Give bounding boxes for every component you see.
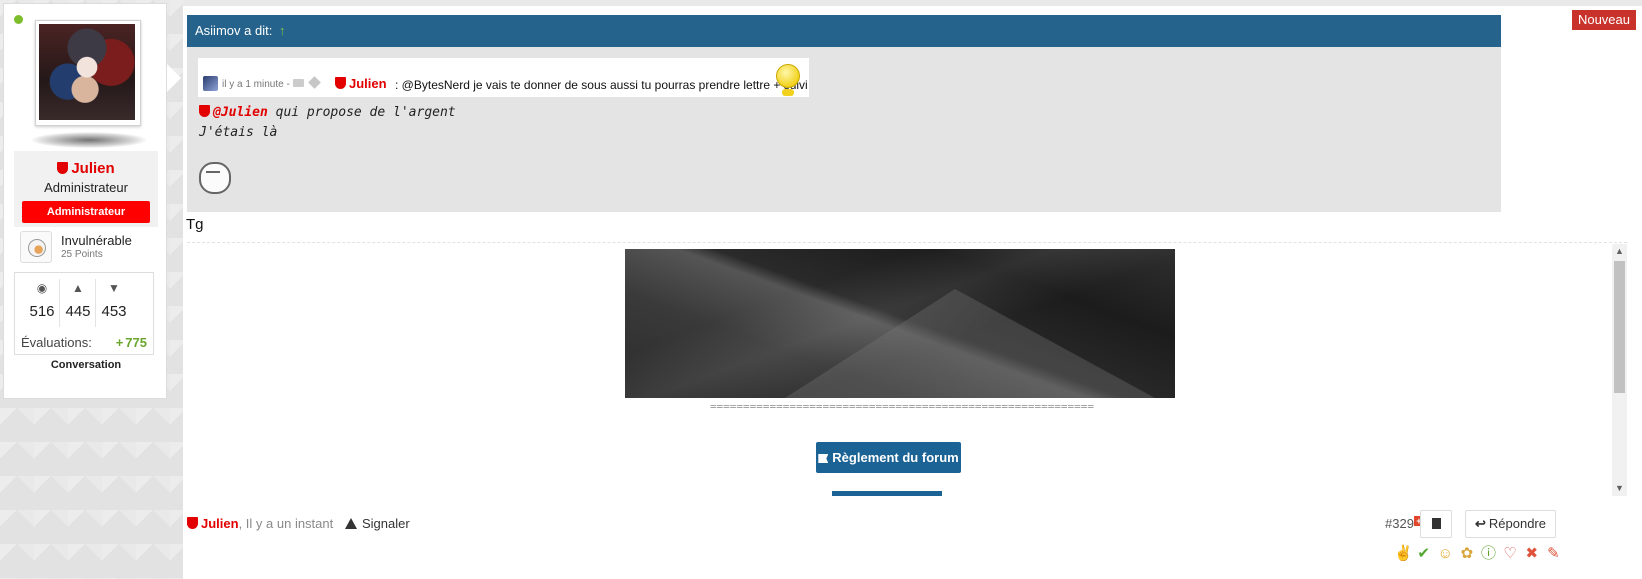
post-author-time: Julien, Il y a un instant: [187, 516, 333, 531]
stat-likes: ▲ 445: [61, 279, 96, 327]
trophy-name: Invulnérable: [61, 233, 132, 248]
shield-icon: [187, 517, 198, 529]
shield-icon: [57, 162, 69, 174]
warning-icon: [345, 518, 357, 529]
scroll-down-icon[interactable]: ▼: [1612, 481, 1627, 496]
stat-messages: ◉ 516: [25, 279, 60, 327]
quote-line-2: J'étais là: [199, 125, 278, 140]
signature-scrollbar[interactable]: ▲ ▼: [1612, 244, 1627, 496]
evaluations-value: +775: [116, 335, 147, 350]
chat-meta: il y a 1 minute -: [222, 76, 323, 90]
quote-jump-arrow-icon[interactable]: ↑: [279, 23, 286, 38]
mountain-banner-image: [625, 249, 1175, 398]
post-time: , Il y a un instant: [238, 516, 334, 531]
reply-icon: ↩: [1474, 516, 1486, 531]
post-top-separator: [183, 0, 1642, 6]
online-status-indicator: [14, 15, 23, 24]
chat-username[interactable]: Julien: [335, 76, 387, 91]
document-icon[interactable]: [1420, 510, 1452, 538]
shield-icon: [335, 77, 346, 89]
chat-avatar: [203, 76, 218, 91]
avatar-shadow: [31, 132, 147, 148]
post: Nouveau Asiimov a dit: ↑ il y a 1 minute…: [183, 0, 1642, 579]
stat-value: 516: [29, 303, 55, 320]
like-icon[interactable]: ✌: [1394, 546, 1413, 562]
forum-rules-button[interactable]: Règlement du forum: [816, 442, 961, 473]
mention-link[interactable]: @Julien: [213, 105, 268, 120]
scroll-thumb[interactable]: [1614, 261, 1625, 393]
award-icon[interactable]: ✿: [1459, 546, 1475, 562]
quote-block: Asiimov a dit: ↑ il y a 1 minute - Julie…: [187, 15, 1501, 212]
quote-line-1-text: qui propose de l'argent: [267, 105, 456, 120]
avatar-frame[interactable]: [35, 20, 141, 126]
info-icon[interactable]: ⓘ: [1481, 546, 1497, 562]
post-number-text[interactable]: #329: [1385, 516, 1414, 531]
heart-icon[interactable]: ♡: [1502, 546, 1518, 562]
signature-area: ========================================…: [187, 244, 1623, 496]
hand-emoji-icon: [199, 162, 231, 194]
pencil-icon[interactable]: ✎: [1545, 546, 1561, 562]
username-text[interactable]: Julien: [71, 160, 114, 177]
chat-time: il y a 1 minute -: [222, 79, 290, 90]
signature-divider: [187, 242, 1627, 243]
envelope-icon: [292, 79, 304, 87]
user-card: Julien Administrateur Administrateur Inv…: [3, 3, 181, 399]
thumbs-up-icon: ▲: [72, 281, 84, 295]
avatar[interactable]: [39, 24, 135, 120]
role-badge: Administrateur: [22, 201, 150, 223]
forum-rules-label[interactable]: Règlement du forum: [832, 450, 958, 465]
stat-value: 453: [101, 303, 127, 320]
evaluations-number: 775: [125, 335, 147, 350]
stat-value: 445: [65, 303, 91, 320]
post-author-link[interactable]: Julien: [201, 516, 239, 531]
reactions-bar: ✌ ✔ ☺ ✿ ⓘ ♡ ✖ ✎: [1394, 546, 1563, 566]
card-pointer: [167, 64, 181, 92]
trophy-badge[interactable]: [20, 231, 52, 263]
post-number[interactable]: #329 +: [1385, 516, 1424, 531]
shield-icon: [199, 105, 210, 117]
user-stats: ◉ 516 ▲ 445 ▼ 453 Évaluations: +775: [14, 272, 154, 355]
evaluations-label: Évaluations:: [21, 335, 92, 350]
globe-icon: [28, 239, 46, 257]
reply-button[interactable]: ↩ Répondre: [1465, 510, 1556, 538]
plus-icon: +: [115, 335, 124, 350]
smiley-icon: [776, 64, 800, 96]
chat-username-text[interactable]: Julien: [349, 76, 387, 91]
signature-separator: ========================================…: [709, 400, 1095, 413]
chatbox-message: il y a 1 minute - Julien : @BytesNerd je…: [198, 58, 809, 97]
smile-icon[interactable]: ☺: [1437, 546, 1453, 562]
chat-text: : @BytesNerd je vais te donner de sous a…: [395, 78, 808, 92]
reply-label[interactable]: Répondre: [1489, 516, 1546, 531]
flag-icon: [818, 454, 829, 463]
quote-author: Asiimov a dit:: [195, 23, 273, 38]
comments-icon: ◉: [36, 281, 48, 295]
username[interactable]: Julien: [14, 160, 158, 177]
scroll-up-icon[interactable]: ▲: [1612, 244, 1627, 259]
check-icon[interactable]: ✔: [1416, 546, 1432, 562]
user-title: Administrateur: [44, 180, 128, 195]
signature-next-button[interactable]: [832, 491, 942, 496]
report-link[interactable]: Signaler: [345, 516, 410, 531]
post-body-text: Tg: [186, 216, 204, 233]
quote-line-1: @Julien qui propose de l'argent: [199, 105, 456, 120]
user-info: Julien Administrateur Administrateur: [14, 151, 158, 227]
quote-header: Asiimov a dit: ↑: [187, 15, 1501, 47]
tag-icon: [307, 76, 321, 89]
conversation-link[interactable]: Conversation: [4, 359, 168, 371]
cross-icon[interactable]: ✖: [1524, 546, 1540, 562]
trophy-points: 25 Points: [61, 249, 103, 260]
report-label[interactable]: Signaler: [362, 516, 410, 531]
new-badge: Nouveau: [1571, 10, 1636, 30]
stat-trophies: ▼ 453: [97, 279, 131, 327]
trophy-icon: ▼: [108, 281, 120, 295]
